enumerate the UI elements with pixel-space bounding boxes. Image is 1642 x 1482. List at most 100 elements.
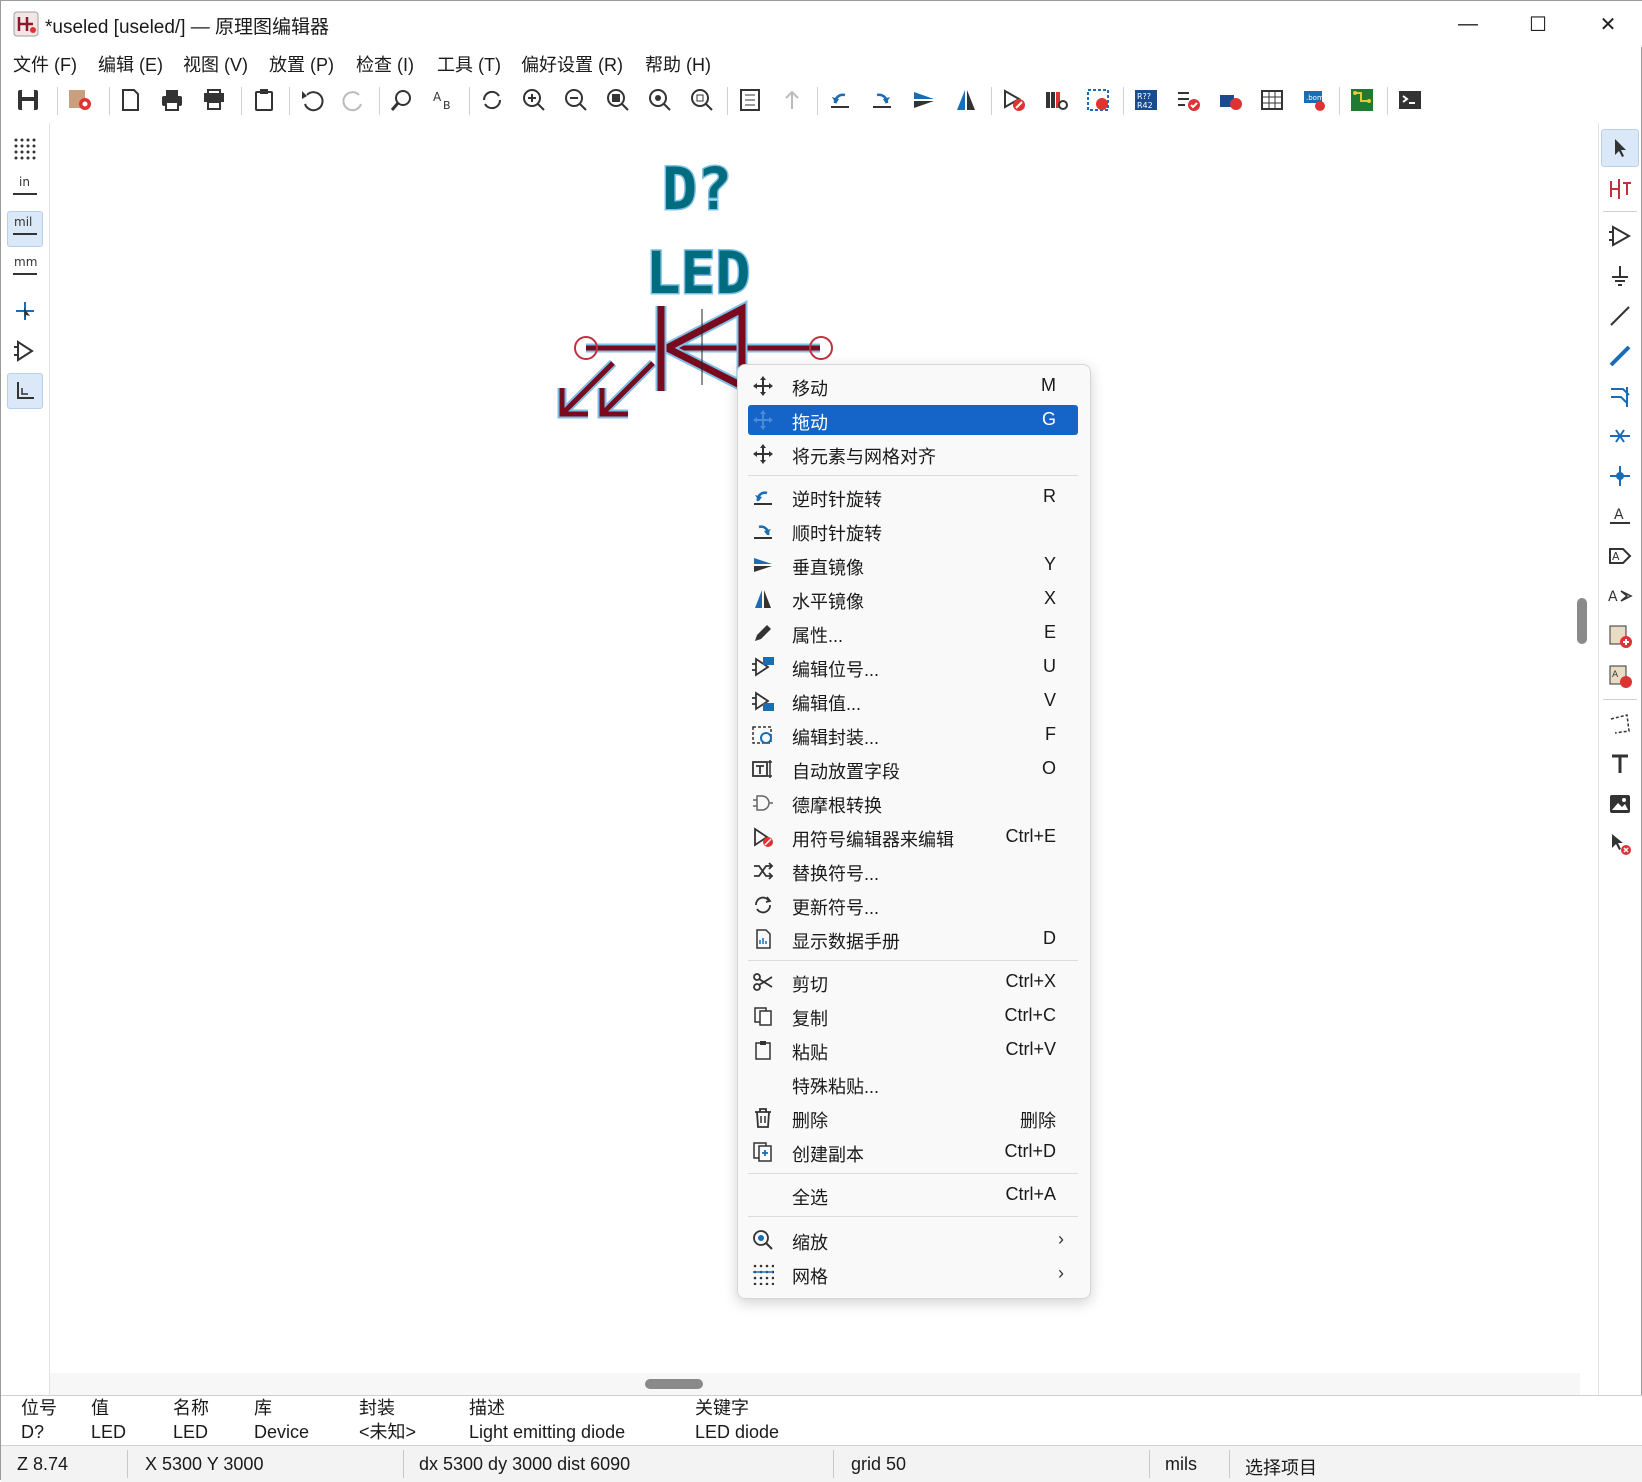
ctx-rotate-cw[interactable]: 顺时针旋转 xyxy=(748,516,1078,546)
rotate-cw-icon[interactable] xyxy=(865,83,899,117)
ctx-drag[interactable]: 拖动 G xyxy=(748,405,1078,435)
add-bus-entry-icon[interactable] xyxy=(1601,377,1639,415)
ctx-edit-value[interactable]: 编辑值... V xyxy=(748,686,1078,716)
save-icon[interactable] xyxy=(11,83,45,117)
ctx-demorgan[interactable]: 德摩根转换 xyxy=(748,788,1078,818)
ctx-paste-special[interactable]: 特殊粘贴... xyxy=(748,1069,1078,1099)
add-no-connect-icon[interactable] xyxy=(1601,417,1639,455)
ctx-select-all[interactable]: 全选 Ctrl+A xyxy=(748,1180,1078,1210)
zoom-objects-icon[interactable] xyxy=(643,83,677,117)
annotate-icon[interactable] xyxy=(1081,83,1115,117)
symbol-reference-field[interactable]: D? xyxy=(661,154,734,225)
horizontal-scrollbar[interactable] xyxy=(50,1373,1580,1395)
show-grid-icon[interactable] xyxy=(7,131,43,167)
line-mode-90-icon[interactable] xyxy=(7,373,43,409)
menu-preferences[interactable]: 偏好设置 (R) xyxy=(521,51,623,77)
find-icon[interactable] xyxy=(385,83,419,117)
scripting-console-icon[interactable] xyxy=(1393,83,1427,117)
close-button[interactable]: ✕ xyxy=(1573,1,1642,47)
ctx-autoplace-fields[interactable]: 自动放置字段 O xyxy=(748,754,1078,784)
print-icon[interactable] xyxy=(155,83,189,117)
ctx-duplicate[interactable]: 创建副本 Ctrl+D xyxy=(748,1137,1078,1167)
ctx-update-symbol[interactable]: 更新符号... xyxy=(748,890,1078,920)
page-settings-icon[interactable] xyxy=(113,83,147,117)
ctx-show-datasheet[interactable]: 显示数据手册 D xyxy=(748,924,1078,954)
plot-icon[interactable] xyxy=(197,83,231,117)
ctx-copy[interactable]: 复制 Ctrl+C xyxy=(748,1001,1078,1031)
ctx-edit-with-symbol-editor[interactable]: 用符号编辑器来编辑 Ctrl+E xyxy=(748,822,1078,852)
open-pcb-editor-icon[interactable] xyxy=(1345,83,1379,117)
paste-icon[interactable] xyxy=(247,83,281,117)
bom-table-icon[interactable] xyxy=(1255,83,1289,117)
highlight-net-icon[interactable] xyxy=(1601,169,1639,207)
zoom-selection-icon[interactable] xyxy=(685,83,719,117)
menu-inspect[interactable]: 检查 (I) xyxy=(356,51,414,77)
mirror-vertical-icon[interactable] xyxy=(907,83,941,117)
add-global-label-icon[interactable]: A xyxy=(1601,537,1639,575)
add-power-icon[interactable] xyxy=(1601,257,1639,295)
find-replace-icon[interactable]: AB xyxy=(427,83,461,117)
import-sheet-pin-icon[interactable]: A xyxy=(1601,657,1639,695)
zoom-in-icon[interactable] xyxy=(517,83,551,117)
units-mils-button[interactable]: mil xyxy=(7,211,43,247)
ctx-delete[interactable]: 删除 删除 xyxy=(748,1103,1078,1133)
schematic-setup-icon[interactable] xyxy=(63,83,97,117)
menu-view[interactable]: 视图 (V) xyxy=(183,51,248,77)
minimize-button[interactable]: — xyxy=(1433,1,1503,47)
add-graphic-line-icon[interactable] xyxy=(1601,705,1639,743)
ctx-rotate-ccw[interactable]: 逆时针旋转 R xyxy=(748,482,1078,512)
info-description: 描述 Light emitting diode xyxy=(469,1398,626,1442)
add-wire-icon[interactable] xyxy=(1601,297,1639,335)
units-inches-button[interactable]: in xyxy=(7,171,43,207)
annotate-schematic-icon[interactable]: R?? R42 xyxy=(1129,83,1163,117)
menu-edit[interactable]: 编辑 (E) xyxy=(98,51,163,77)
symbol-editor-icon[interactable] xyxy=(997,83,1031,117)
menu-help[interactable]: 帮助 (H) xyxy=(645,51,711,77)
generate-bom-icon[interactable]: .bom xyxy=(1297,83,1331,117)
zoom-fit-icon[interactable] xyxy=(601,83,635,117)
cursor-shape-icon[interactable] xyxy=(7,293,43,329)
assign-footprints-icon[interactable] xyxy=(1213,83,1247,117)
add-image-icon[interactable] xyxy=(1601,785,1639,823)
mirror-horizontal-icon[interactable] xyxy=(949,83,983,117)
add-label-icon[interactable]: A xyxy=(1601,497,1639,535)
menu-place[interactable]: 放置 (P) xyxy=(269,51,334,77)
menu-file[interactable]: 文件 (F) xyxy=(13,51,77,77)
ctx-mirror-horizontal[interactable]: 水平镜像 X xyxy=(748,584,1078,614)
show-pin-electrical-type-icon[interactable] xyxy=(7,333,43,369)
ctx-zoom-submenu[interactable]: 缩放 › xyxy=(748,1225,1078,1255)
zoom-out-icon[interactable] xyxy=(559,83,593,117)
add-sheet-icon[interactable] xyxy=(1601,617,1639,655)
add-symbol-icon[interactable] xyxy=(1601,217,1639,255)
ctx-properties[interactable]: 属性... E xyxy=(748,618,1078,648)
vertical-scrollbar-thumb[interactable] xyxy=(1577,598,1587,644)
delete-tool-icon[interactable] xyxy=(1601,825,1639,863)
ctx-align-to-grid[interactable]: 将元素与网格对齐 xyxy=(748,439,1078,469)
add-bus-icon[interactable] xyxy=(1601,337,1639,375)
units-mm-button[interactable]: mm xyxy=(7,251,43,287)
ctx-paste[interactable]: 粘贴 Ctrl+V xyxy=(748,1035,1078,1065)
undo-icon[interactable] xyxy=(295,83,329,117)
ctx-grid-submenu[interactable]: 网格 › xyxy=(748,1259,1078,1289)
ctx-cut[interactable]: 剪切 Ctrl+X xyxy=(748,967,1078,997)
ctx-mirror-vertical[interactable]: 垂直镜像 Y xyxy=(748,550,1078,580)
ctx-change-symbol[interactable]: 替换符号... xyxy=(748,856,1078,886)
maximize-button[interactable]: ☐ xyxy=(1503,1,1573,47)
ctx-move[interactable]: 移动 M xyxy=(748,371,1078,401)
erc-icon[interactable] xyxy=(1171,83,1205,117)
symbol-library-browser-icon[interactable] xyxy=(1039,83,1073,117)
ctx-edit-footprint[interactable]: 编辑封装... F xyxy=(748,720,1078,750)
add-text-icon[interactable] xyxy=(1601,745,1639,783)
status-delta: dx 5300 dy 3000 dist 6090 xyxy=(419,1454,631,1474)
refresh-icon[interactable] xyxy=(475,83,509,117)
ctx-edit-reference[interactable]: 编辑位号... U xyxy=(748,652,1078,682)
rotate-ccw-icon[interactable] xyxy=(823,83,857,117)
add-hierarchical-label-icon[interactable]: A xyxy=(1601,577,1639,615)
select-tool-icon[interactable] xyxy=(1601,129,1639,167)
menu-tools[interactable]: 工具 (T) xyxy=(437,51,501,77)
hierarchy-navigator-icon[interactable] xyxy=(733,83,767,117)
horizontal-scrollbar-thumb[interactable] xyxy=(645,1379,703,1389)
svg-text:A: A xyxy=(1614,507,1624,523)
add-junction-icon[interactable] xyxy=(1601,457,1639,495)
symbol-value-field[interactable]: LED xyxy=(644,238,752,309)
